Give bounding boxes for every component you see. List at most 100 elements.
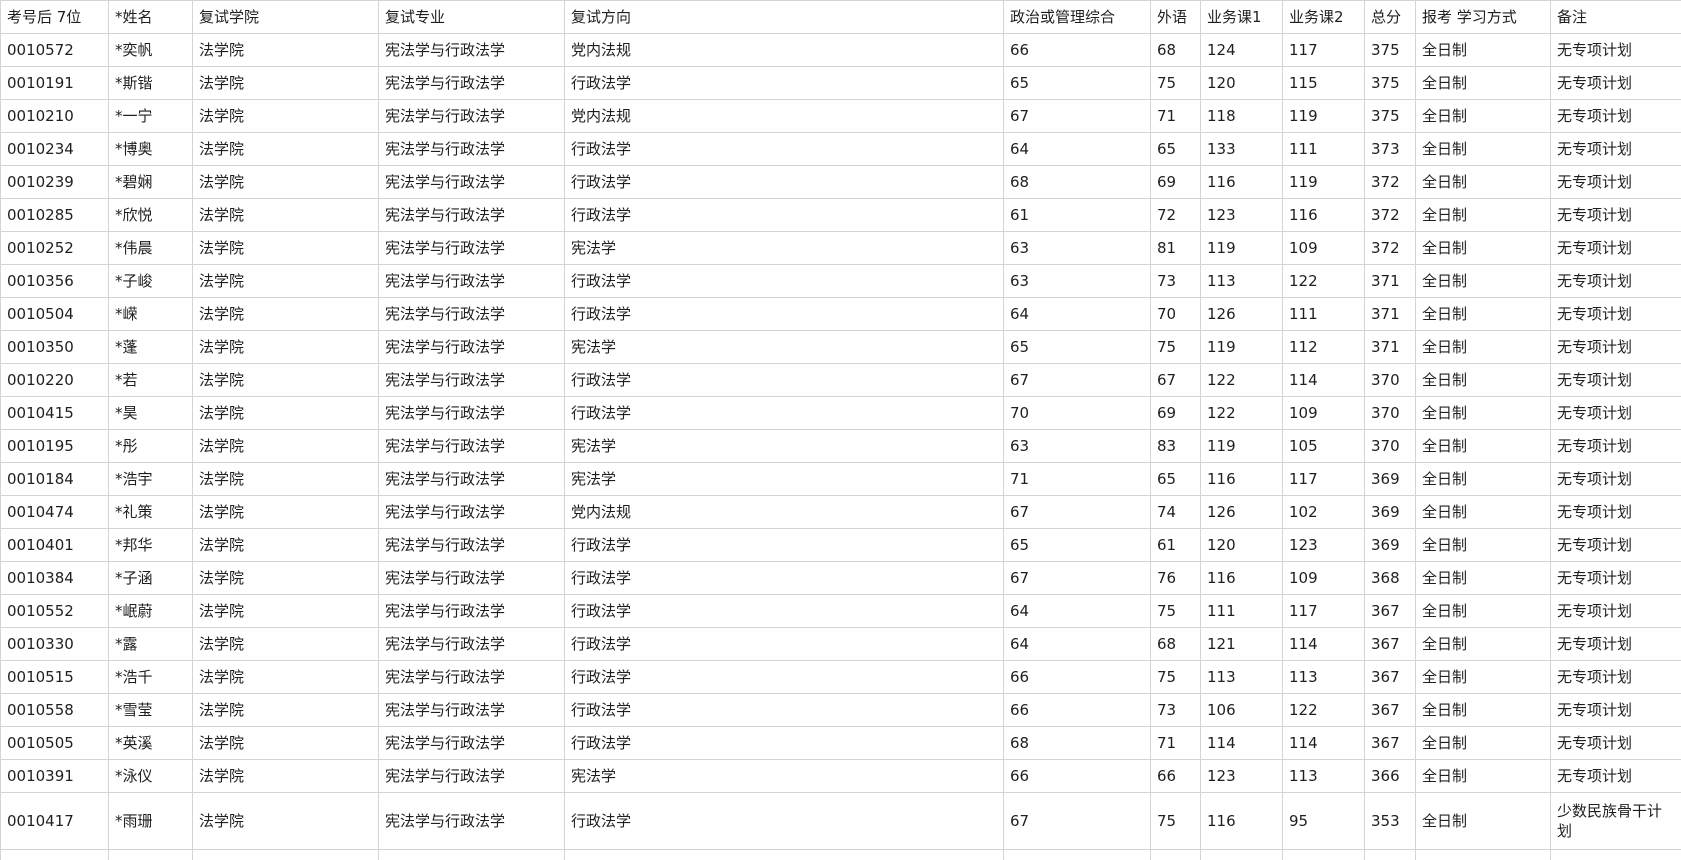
cell-remark: 无专项计划 <box>1551 529 1681 562</box>
cell-exam-id: 0010505 <box>1 727 109 760</box>
cell-remark: 无专项计划 <box>1551 232 1681 265</box>
cell-major: 宪法学与行政法学 <box>379 727 565 760</box>
cell-course1: 111 <box>1201 595 1283 628</box>
cell-remark: 无专项计划 <box>1551 595 1681 628</box>
cell-exam-id: 0010285 <box>1 199 109 232</box>
cell-foreign-language: 83 <box>1151 430 1201 463</box>
cell-name: *碧娴 <box>109 166 193 199</box>
cell-major: 宪法学与行政法学 <box>379 628 565 661</box>
table-row: 0010195*彤法学院宪法学与行政法学宪法学6383119105370全日制无… <box>1 430 1681 463</box>
cell-course1: 122 <box>1201 397 1283 430</box>
empty-cell <box>1283 850 1365 860</box>
cell-direction: 行政法学 <box>565 298 1004 331</box>
cell-major: 宪法学与行政法学 <box>379 364 565 397</box>
header-cell-exam-id: 考号后 7位 <box>1 1 109 34</box>
empty-cell <box>1 850 109 860</box>
cell-major: 宪法学与行政法学 <box>379 397 565 430</box>
cell-remark: 无专项计划 <box>1551 727 1681 760</box>
partial-row <box>1 850 1681 860</box>
cell-college: 法学院 <box>193 628 379 661</box>
cell-course2: 111 <box>1283 298 1365 331</box>
table-row: 0010191*斯锴法学院宪法学与行政法学行政法学6575120115375全日… <box>1 67 1681 100</box>
cell-politics: 66 <box>1004 694 1151 727</box>
cell-major: 宪法学与行政法学 <box>379 661 565 694</box>
cell-major: 宪法学与行政法学 <box>379 694 565 727</box>
cell-course1: 114 <box>1201 727 1283 760</box>
cell-college: 法学院 <box>193 199 379 232</box>
cell-exam-id: 0010552 <box>1 595 109 628</box>
cell-total: 373 <box>1365 133 1416 166</box>
cell-politics: 67 <box>1004 100 1151 133</box>
cell-direction: 行政法学 <box>565 265 1004 298</box>
cell-name: *岷蔚 <box>109 595 193 628</box>
cell-college: 法学院 <box>193 265 379 298</box>
cell-study-mode: 全日制 <box>1416 67 1551 100</box>
cell-politics: 66 <box>1004 760 1151 793</box>
cell-total: 372 <box>1365 199 1416 232</box>
cell-politics: 65 <box>1004 67 1151 100</box>
cell-remark: 无专项计划 <box>1551 100 1681 133</box>
cell-college: 法学院 <box>193 133 379 166</box>
cell-politics: 61 <box>1004 199 1151 232</box>
cell-exam-id: 0010234 <box>1 133 109 166</box>
header-cell-direction: 复试方向 <box>565 1 1004 34</box>
cell-name: *奕帆 <box>109 34 193 67</box>
table-body: 考号后 7位*姓名复试学院复试专业复试方向政治或管理综合外语业务课1业务课2总分… <box>1 1 1681 860</box>
cell-study-mode: 全日制 <box>1416 265 1551 298</box>
cell-course2: 113 <box>1283 661 1365 694</box>
cell-remark: 无专项计划 <box>1551 496 1681 529</box>
cell-major: 宪法学与行政法学 <box>379 463 565 496</box>
empty-cell <box>1004 850 1151 860</box>
cell-foreign-language: 71 <box>1151 100 1201 133</box>
cell-politics: 63 <box>1004 232 1151 265</box>
cell-exam-id: 0010572 <box>1 34 109 67</box>
cell-total: 375 <box>1365 100 1416 133</box>
cell-course1: 116 <box>1201 793 1283 850</box>
cell-total: 372 <box>1365 166 1416 199</box>
cell-exam-id: 0010401 <box>1 529 109 562</box>
cell-direction: 行政法学 <box>565 199 1004 232</box>
cell-course2: 115 <box>1283 67 1365 100</box>
cell-major: 宪法学与行政法学 <box>379 265 565 298</box>
cell-study-mode: 全日制 <box>1416 166 1551 199</box>
cell-name: *若 <box>109 364 193 397</box>
cell-college: 法学院 <box>193 496 379 529</box>
cell-total: 375 <box>1365 34 1416 67</box>
cell-foreign-language: 75 <box>1151 67 1201 100</box>
cell-name: *露 <box>109 628 193 661</box>
cell-major: 宪法学与行政法学 <box>379 232 565 265</box>
cell-remark: 无专项计划 <box>1551 397 1681 430</box>
cell-direction: 行政法学 <box>565 628 1004 661</box>
cell-study-mode: 全日制 <box>1416 727 1551 760</box>
cell-course2: 109 <box>1283 562 1365 595</box>
cell-remark: 无专项计划 <box>1551 133 1681 166</box>
table-row: 0010239*碧娴法学院宪法学与行政法学行政法学6869116119372全日… <box>1 166 1681 199</box>
cell-politics: 70 <box>1004 397 1151 430</box>
cell-remark: 无专项计划 <box>1551 364 1681 397</box>
cell-course1: 124 <box>1201 34 1283 67</box>
cell-course2: 112 <box>1283 331 1365 364</box>
cell-remark: 无专项计划 <box>1551 562 1681 595</box>
cell-major: 宪法学与行政法学 <box>379 529 565 562</box>
cell-exam-id: 0010191 <box>1 67 109 100</box>
cell-exam-id: 0010210 <box>1 100 109 133</box>
cell-direction: 行政法学 <box>565 364 1004 397</box>
cell-foreign-language: 73 <box>1151 694 1201 727</box>
table-row: 0010234*博奥法学院宪法学与行政法学行政法学6465133111373全日… <box>1 133 1681 166</box>
score-table: 考号后 7位*姓名复试学院复试专业复试方向政治或管理综合外语业务课1业务课2总分… <box>0 0 1681 860</box>
cell-politics: 65 <box>1004 529 1151 562</box>
cell-direction: 党内法规 <box>565 496 1004 529</box>
cell-direction: 行政法学 <box>565 529 1004 562</box>
cell-study-mode: 全日制 <box>1416 496 1551 529</box>
cell-total: 368 <box>1365 562 1416 595</box>
empty-cell <box>565 850 1004 860</box>
cell-course1: 120 <box>1201 67 1283 100</box>
empty-cell <box>1201 850 1283 860</box>
cell-direction: 行政法学 <box>565 661 1004 694</box>
header-cell-study-mode: 报考 学习方式 <box>1416 1 1551 34</box>
cell-major: 宪法学与行政法学 <box>379 34 565 67</box>
table-row: 0010552*岷蔚法学院宪法学与行政法学行政法学6475111117367全日… <box>1 595 1681 628</box>
header-row: 考号后 7位*姓名复试学院复试专业复试方向政治或管理综合外语业务课1业务课2总分… <box>1 1 1681 34</box>
cell-study-mode: 全日制 <box>1416 199 1551 232</box>
cell-name: *浩宇 <box>109 463 193 496</box>
